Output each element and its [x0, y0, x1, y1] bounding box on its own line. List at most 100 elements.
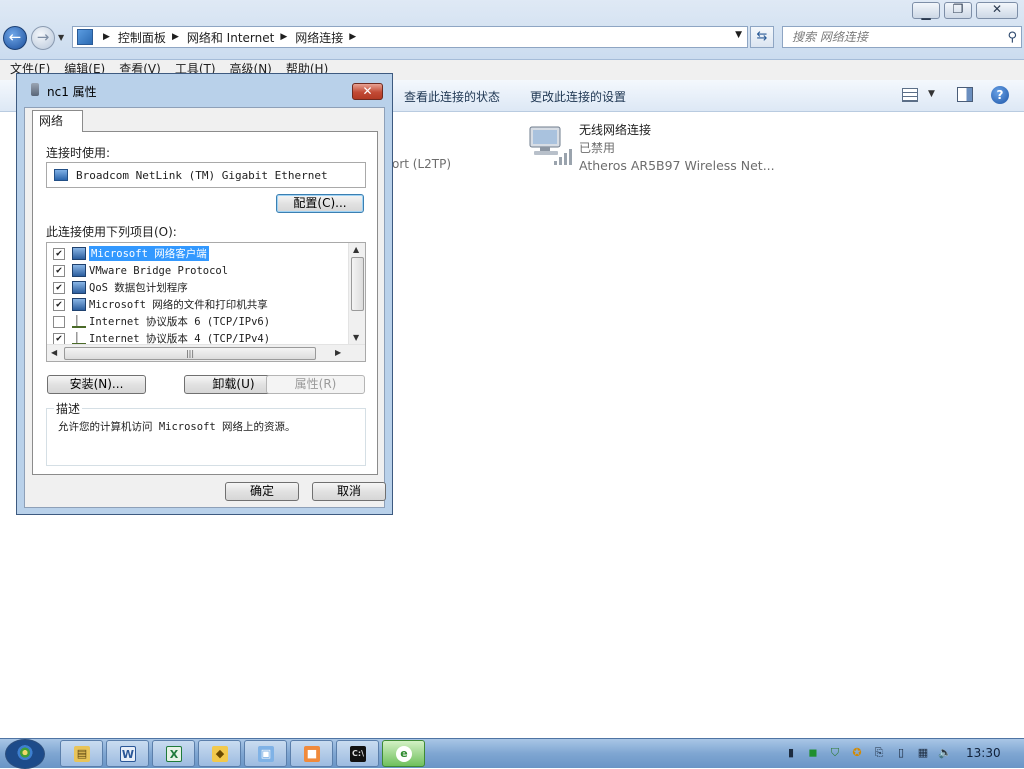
- properties-button: 属性(R): [266, 375, 365, 394]
- dialog-body: 网络 连接时使用: Broadcom NetLink (TM) Gigabit …: [24, 107, 386, 508]
- change-view-icon[interactable]: [902, 88, 918, 102]
- excel-icon: X: [166, 746, 182, 762]
- vertical-scrollbar[interactable]: ▲ ▼: [348, 243, 365, 345]
- taskbar-browser[interactable]: e: [382, 740, 425, 767]
- close-button[interactable]: ✕: [976, 2, 1018, 19]
- caption-buttons: ▁ ❐ ✕: [912, 2, 1018, 20]
- maximize-button[interactable]: ❐: [944, 2, 972, 19]
- view-status-command[interactable]: 查看此连接的状态: [404, 88, 500, 105]
- component-label: Microsoft 网络客户端: [89, 246, 209, 261]
- explorer-titlebar: ▁ ❐ ✕ ← → ▼ ▶ 控制面板 ▶ 网络和 Internet ▶ 网络连接…: [0, 0, 1024, 60]
- nvidia-icon[interactable]: ◼: [806, 745, 820, 761]
- taskbar-word[interactable]: W: [106, 740, 149, 767]
- component-label: Microsoft 网络的文件和打印机共享: [89, 299, 268, 311]
- refresh-button[interactable]: ⇆: [750, 26, 774, 48]
- address-dropdown-icon[interactable]: ▼: [735, 30, 742, 40]
- forward-button[interactable]: →: [31, 26, 55, 50]
- taskbar-explorer[interactable]: ▤: [60, 740, 103, 767]
- taskbar-excel[interactable]: X: [152, 740, 195, 767]
- volume-icon[interactable]: 🔈: [938, 745, 952, 761]
- view-options-dropdown-icon[interactable]: ▼: [928, 89, 935, 99]
- component-item[interactable]: Internet 协议版本 6 (TCP/IPv6): [53, 313, 270, 330]
- component-item[interactable]: ✔ QoS 数据包计划程序: [53, 279, 188, 296]
- breadcrumb-network-connections[interactable]: 网络连接: [295, 29, 343, 46]
- folder-icon: ▤: [74, 746, 90, 762]
- cancel-button[interactable]: 取消: [312, 482, 386, 501]
- connect-using-label: 连接时使用:: [46, 146, 111, 160]
- adapter-field: Broadcom NetLink (TM) Gigabit Ethernet: [46, 162, 366, 188]
- component-item[interactable]: ✔ Microsoft 网络客户端: [53, 245, 209, 262]
- wireless-connection-icon[interactable]: [526, 121, 574, 169]
- component-checkbox[interactable]: ✔: [53, 264, 65, 277]
- security-icon[interactable]: ⛉: [828, 745, 842, 761]
- component-label: QoS 数据包计划程序: [89, 282, 188, 294]
- tab-network[interactable]: 网络: [32, 110, 83, 132]
- items-label: 此连接使用下列项目(O):: [46, 225, 177, 239]
- app-icon: ■: [304, 746, 320, 762]
- connection-status: 已禁用: [579, 141, 616, 155]
- component-item[interactable]: ✔ Microsoft 网络的文件和打印机共享: [53, 296, 268, 313]
- recent-pages-dropdown[interactable]: ▼: [58, 33, 64, 42]
- taskbar-app-6[interactable]: ■: [290, 740, 333, 767]
- search-placeholder: 搜索 网络连接: [792, 30, 868, 44]
- dialog-close-button[interactable]: ✕: [352, 83, 383, 100]
- components-list[interactable]: ✔ Microsoft 网络客户端 ✔ VMware Bridge Protocol ✔…: [46, 242, 366, 362]
- protocol-icon: [72, 315, 86, 328]
- search-input[interactable]: 搜索 网络连接 ⚲: [782, 26, 1022, 48]
- ok-button[interactable]: 确定: [225, 482, 299, 501]
- network-service-icon: [72, 298, 86, 311]
- component-checkbox[interactable]: ✔: [53, 298, 65, 311]
- wireless-connection-item[interactable]: 无线网络连接 已禁用 Atheros AR5B97 Wireless Net..…: [579, 121, 775, 175]
- power-icon[interactable]: ▯: [894, 745, 908, 761]
- taskbar-cmd[interactable]: C:\: [336, 740, 379, 767]
- network-tab-panel: 连接时使用: Broadcom NetLink (TM) Gigabit Eth…: [32, 131, 378, 475]
- taskbar-app-5[interactable]: ▣: [244, 740, 287, 767]
- breadcrumb-network-internet[interactable]: 网络和 Internet: [187, 29, 274, 46]
- scroll-left-icon[interactable]: ◀: [51, 348, 57, 357]
- taskbar-app-4[interactable]: ◆: [198, 740, 241, 767]
- breadcrumb-arrow-icon[interactable]: ▶: [103, 32, 110, 42]
- clock[interactable]: 13:30: [966, 746, 1001, 760]
- component-checkbox[interactable]: ✔: [53, 281, 65, 294]
- partial-connection-label: ort (L2TP): [392, 157, 452, 171]
- component-checkbox[interactable]: ✔: [53, 332, 65, 345]
- vertical-scroll-thumb[interactable]: [351, 257, 364, 311]
- horizontal-scroll-thumb[interactable]: |||: [64, 347, 316, 360]
- address-bar[interactable]: ▶ 控制面板 ▶ 网络和 Internet ▶ 网络连接 ▶ ▼: [72, 26, 748, 48]
- network-adapter-icon: [54, 169, 68, 181]
- network-client-icon: [72, 247, 86, 260]
- taskbar: ▤ W X ◆ ▣ ■ C:\ e ▮ ◼ ⛉ ✪ ⎘ ▯ ▦ 🔈 13:30: [0, 738, 1024, 769]
- back-button[interactable]: ←: [3, 26, 27, 50]
- breadcrumb-arrow-icon[interactable]: ▶: [172, 32, 179, 42]
- breadcrumb-control-panel[interactable]: 控制面板: [118, 29, 166, 46]
- preview-pane-icon[interactable]: [957, 87, 973, 102]
- component-checkbox[interactable]: ✔: [53, 247, 65, 260]
- command-prompt-icon: C:\: [350, 746, 366, 762]
- description-label: 描述: [54, 400, 83, 417]
- breadcrumb-arrow-icon[interactable]: ▶: [349, 32, 356, 42]
- word-icon: W: [120, 746, 136, 762]
- scroll-right-icon[interactable]: ▶: [335, 348, 341, 357]
- component-label: Internet 协议版本 6 (TCP/IPv6): [89, 316, 271, 328]
- start-button[interactable]: [5, 739, 45, 769]
- browser-icon: e: [396, 746, 412, 762]
- device-icon[interactable]: ⎘: [872, 745, 886, 761]
- minimize-button[interactable]: ▁: [912, 2, 940, 20]
- media-icon[interactable]: ▮: [784, 745, 798, 761]
- install-button[interactable]: 安装(N)...: [47, 375, 146, 394]
- help-icon[interactable]: ?: [991, 86, 1009, 104]
- system-tray: ▮ ◼ ⛉ ✪ ⎘ ▯ ▦ 🔈: [784, 745, 952, 761]
- configure-button[interactable]: 配置(C)...: [276, 194, 364, 213]
- component-label: VMware Bridge Protocol: [89, 264, 229, 277]
- change-settings-command[interactable]: 更改此连接的设置: [530, 88, 626, 105]
- update-icon[interactable]: ✪: [850, 745, 864, 761]
- network-icon[interactable]: ▦: [916, 745, 930, 761]
- component-item[interactable]: ✔ VMware Bridge Protocol: [53, 262, 228, 279]
- component-checkbox[interactable]: [53, 315, 65, 328]
- horizontal-scrollbar[interactable]: ◀ ||| ▶: [47, 344, 365, 361]
- breadcrumb-arrow-icon[interactable]: ▶: [280, 32, 287, 42]
- search-icon[interactable]: ⚲: [1007, 28, 1017, 48]
- scroll-up-icon[interactable]: ▲: [353, 245, 359, 254]
- connection-device: Atheros AR5B97 Wireless Net...: [579, 158, 775, 173]
- scroll-down-icon[interactable]: ▼: [353, 333, 359, 342]
